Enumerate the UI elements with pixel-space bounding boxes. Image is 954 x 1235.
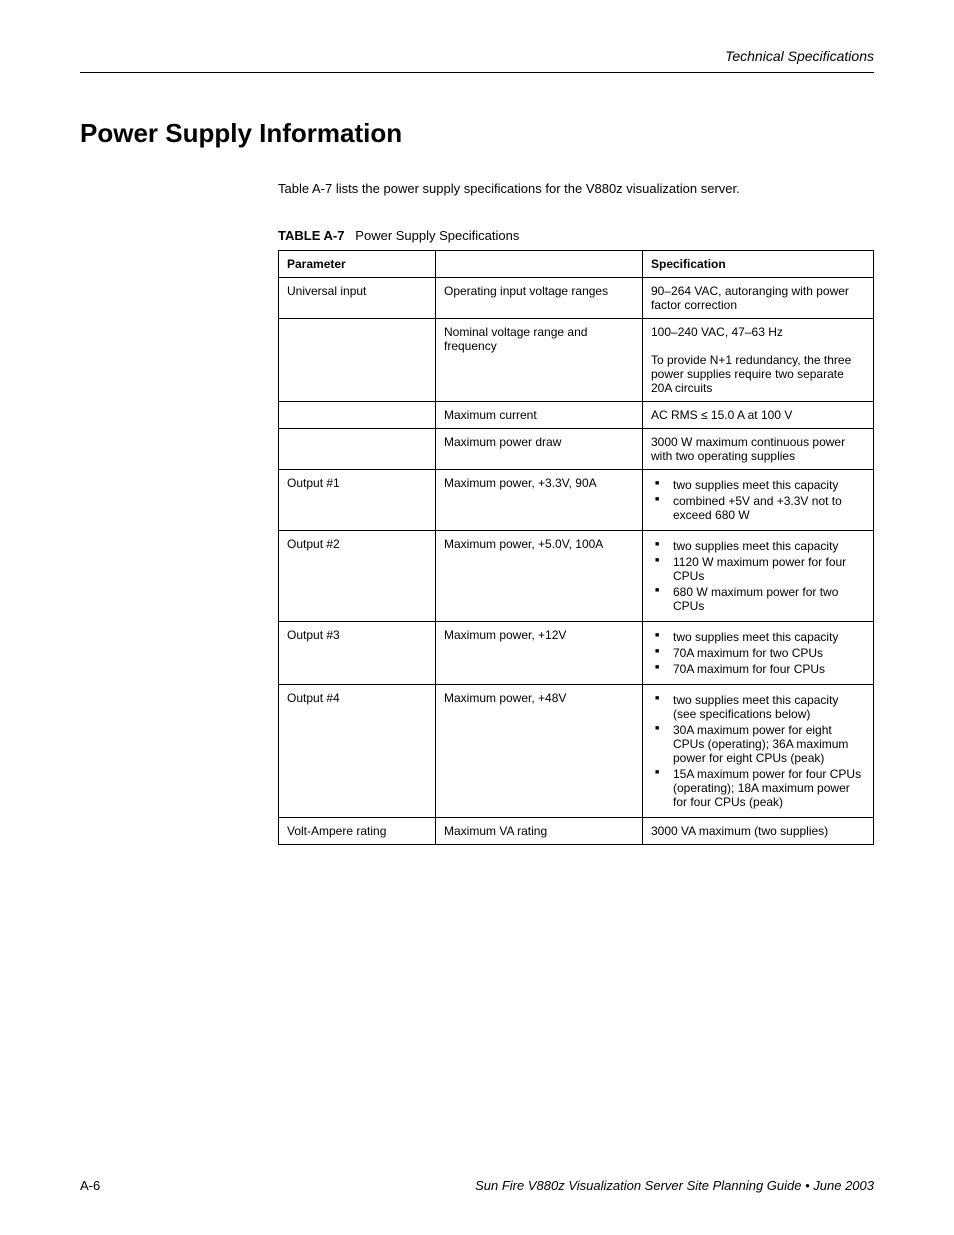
- cell-specification: two supplies meet this capacity combined …: [643, 470, 874, 531]
- cell-specification: 3000 W maximum continuous power with two…: [643, 429, 874, 470]
- cell-subparameter: Maximum current: [436, 402, 643, 429]
- header-rule: [80, 72, 874, 73]
- section-heading: Power Supply Information: [80, 118, 402, 149]
- bullet-item: 1120 W maximum power for four CPUs: [667, 555, 865, 583]
- cell-specification: AC RMS ≤ 15.0 A at 100 V: [643, 402, 874, 429]
- cell-subparameter: Maximum VA rating: [436, 818, 643, 845]
- footer-page-number: A-6: [80, 1178, 100, 1193]
- table-caption: TABLE A-7 Power Supply Specifications: [278, 228, 519, 243]
- header-right: Technical Specifications: [725, 48, 874, 64]
- table-header-row: Parameter Specification: [279, 251, 874, 278]
- bullet-list: two supplies meet this capacity 70A maxim…: [651, 630, 865, 676]
- bullet-item: combined +5V and +3.3V not to exceed 680…: [667, 494, 865, 522]
- cell-parameter: Volt-Ampere rating: [279, 818, 436, 845]
- table-body: Universal inputOperating input voltage r…: [279, 278, 874, 845]
- cell-subparameter: Maximum power draw: [436, 429, 643, 470]
- cell-subparameter: Nominal voltage range and frequency: [436, 319, 643, 402]
- document-page: Technical Specifications Power Supply In…: [0, 0, 954, 1235]
- table-row: Universal inputOperating input voltage r…: [279, 278, 874, 319]
- table-row: Maximum power draw3000 W maximum continu…: [279, 429, 874, 470]
- bullet-item: two supplies meet this capacity: [667, 630, 865, 644]
- cell-specification: two supplies meet this capacity 70A maxim…: [643, 622, 874, 685]
- cell-parameter: [279, 429, 436, 470]
- cell-subparameter: Maximum power, +48V: [436, 685, 643, 818]
- bullet-item: two supplies meet this capacity (see spe…: [667, 693, 865, 721]
- bullet-item: 70A maximum for two CPUs: [667, 646, 865, 660]
- cell-subparameter: Maximum power, +5.0V, 100A: [436, 531, 643, 622]
- cell-subparameter: Maximum power, +12V: [436, 622, 643, 685]
- cell-specification: two supplies meet this capacity (see spe…: [643, 685, 874, 818]
- cell-parameter: Output #2: [279, 531, 436, 622]
- cell-parameter: [279, 402, 436, 429]
- bullet-item: 15A maximum power for four CPUs (operati…: [667, 767, 865, 809]
- cell-subparameter: Maximum power, +3.3V, 90A: [436, 470, 643, 531]
- cell-parameter: Output #3: [279, 622, 436, 685]
- th-blank: [436, 251, 643, 278]
- table-row: Output #3Maximum power, +12Vtwo supplies…: [279, 622, 874, 685]
- cell-parameter: Output #1: [279, 470, 436, 531]
- cell-subparameter: Operating input voltage ranges: [436, 278, 643, 319]
- specifications-table: Parameter Specification Universal inputO…: [278, 250, 874, 845]
- table-row: Output #1Maximum power, +3.3V, 90Atwo su…: [279, 470, 874, 531]
- bullet-item: two supplies meet this capacity: [667, 478, 865, 492]
- cell-parameter: Output #4: [279, 685, 436, 818]
- cell-specification: two supplies meet this capacity 1120 W ma…: [643, 531, 874, 622]
- cell-parameter: [279, 319, 436, 402]
- cell-specification: 3000 VA maximum (two supplies): [643, 818, 874, 845]
- bullet-item: two supplies meet this capacity: [667, 539, 865, 553]
- th-specification: Specification: [643, 251, 874, 278]
- bullet-item: 30A maximum power for eight CPUs (operat…: [667, 723, 865, 765]
- th-parameter: Parameter: [279, 251, 436, 278]
- bullet-item: 70A maximum for four CPUs: [667, 662, 865, 676]
- caption-text: Power Supply Specifications: [355, 228, 519, 243]
- bullet-list: two supplies meet this capacity (see spe…: [651, 693, 865, 809]
- cell-specification: 100–240 VAC, 47–63 HzTo provide N+1 redu…: [643, 319, 874, 402]
- cell-parameter: Universal input: [279, 278, 436, 319]
- table-row: Volt-Ampere ratingMaximum VA rating3000 …: [279, 818, 874, 845]
- bullet-list: two supplies meet this capacity combined …: [651, 478, 865, 522]
- bullet-list: two supplies meet this capacity 1120 W ma…: [651, 539, 865, 613]
- table-row: Output #2Maximum power, +5.0V, 100Atwo s…: [279, 531, 874, 622]
- footer-doc-title: Sun Fire V880z Visualization Server Site…: [475, 1178, 874, 1193]
- cell-specification: 90–264 VAC, autoranging with power facto…: [643, 278, 874, 319]
- intro-paragraph: Table A-7 lists the power supply specifi…: [278, 180, 874, 198]
- table-row: Output #4Maximum power, +48V two supplies…: [279, 685, 874, 818]
- caption-label: TABLE A-7: [278, 228, 344, 243]
- table-row: Nominal voltage range and frequency100–2…: [279, 319, 874, 402]
- table-row: Maximum currentAC RMS ≤ 15.0 A at 100 V: [279, 402, 874, 429]
- bullet-item: 680 W maximum power for two CPUs: [667, 585, 865, 613]
